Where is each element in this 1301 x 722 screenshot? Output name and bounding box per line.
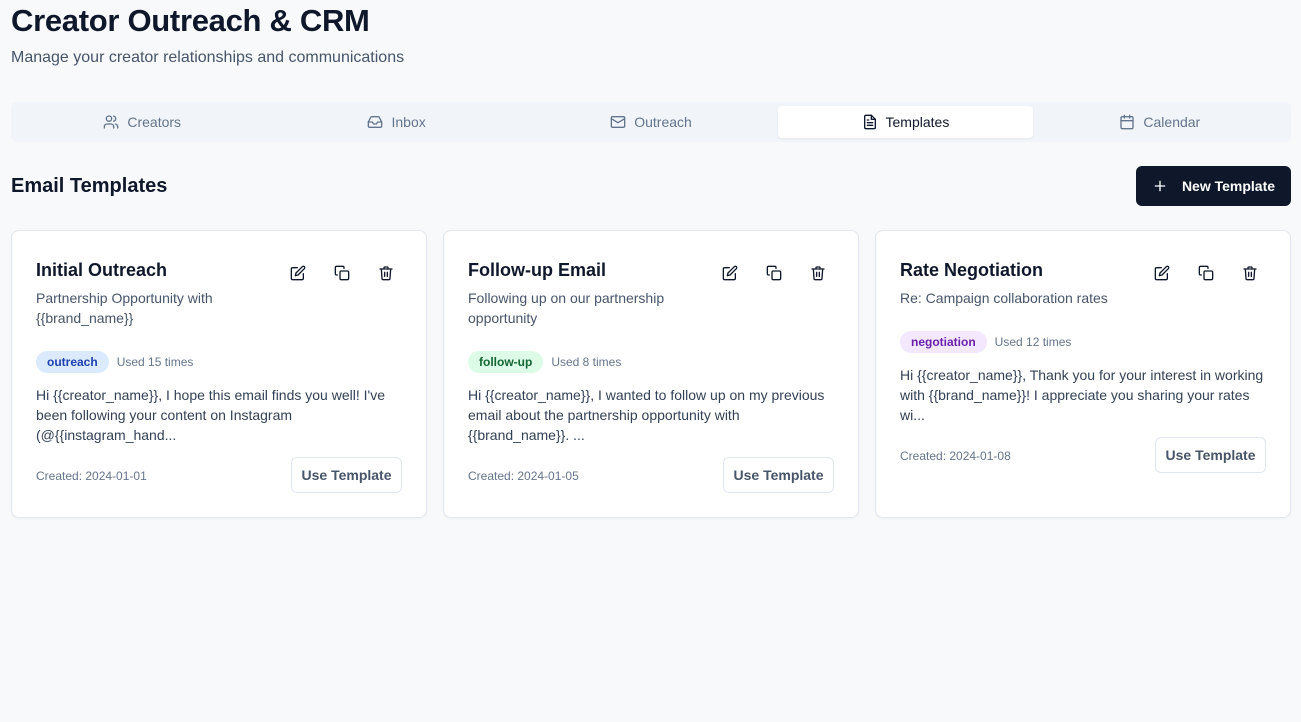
tag-badge: follow-up [468, 351, 544, 373]
inbox-icon [368, 116, 383, 128]
template-title: Rate Negotiation [900, 260, 1044, 280]
mail-icon [610, 116, 626, 128]
tab-label: Templates [885, 114, 950, 130]
section-title: Email Templates [11, 175, 168, 197]
edit-icon [290, 265, 306, 281]
edit-button[interactable] [714, 261, 746, 285]
duplicate-button[interactable] [1190, 261, 1222, 285]
template-card: Follow-up Email Following up on our part… [443, 230, 859, 518]
trash-icon [379, 266, 393, 281]
created-date: Created: 2024-01-01 [36, 469, 147, 483]
tab-creators[interactable]: Creators [15, 106, 269, 138]
edit-button[interactable] [1146, 261, 1178, 285]
duplicate-button[interactable] [326, 261, 358, 285]
template-title: Initial Outreach [36, 260, 168, 280]
template-body-preview: Hi {{creator_name}}, I hope this email f… [36, 387, 385, 443]
trash-icon [811, 266, 825, 281]
meta-row: negotiation Used 12 times [900, 331, 1071, 353]
usage-count: Used 12 times [994, 335, 1072, 349]
edit-icon [1154, 265, 1170, 281]
meta-row: follow-up Used 8 times [468, 351, 621, 373]
page-title: Creator Outreach & CRM [11, 3, 370, 38]
trash-icon [1243, 266, 1257, 281]
card-actions [714, 261, 834, 285]
tab-label: Calendar [1143, 114, 1201, 130]
calendar-icon [1120, 114, 1135, 130]
tab-templates[interactable]: Templates [778, 106, 1033, 138]
usage-count: Used 15 times [116, 355, 194, 369]
template-subject: Partnership Opportunity with {{brand_nam… [36, 290, 213, 326]
duplicate-button[interactable] [758, 261, 790, 285]
tag-badge: outreach [36, 351, 109, 373]
tab-outreach[interactable]: Outreach [524, 106, 778, 138]
edit-button[interactable] [282, 261, 314, 285]
tab-label: Outreach [634, 114, 692, 130]
use-template-button[interactable]: Use Template [723, 457, 834, 493]
file-text-icon [863, 114, 876, 130]
tab-calendar[interactable]: Calendar [1033, 106, 1287, 138]
template-body-preview: Hi {{creator_name}}, Thank you for your … [900, 367, 1264, 423]
use-template-button[interactable]: Use Template [291, 457, 402, 493]
tag-badge: negotiation [900, 331, 987, 353]
copy-icon [766, 265, 782, 281]
users-icon [104, 115, 119, 129]
created-date: Created: 2024-01-05 [468, 469, 579, 483]
template-subject: Following up on our partnership opportun… [468, 290, 665, 326]
template-subject: Re: Campaign collaboration rates [900, 290, 1108, 306]
use-template-button[interactable]: Use Template [1155, 437, 1266, 473]
template-card: Rate Negotiation Re: Campaign collaborat… [875, 230, 1291, 518]
tab-label: Creators [127, 114, 182, 130]
usage-count: Used 8 times [551, 355, 622, 369]
card-actions [282, 261, 402, 285]
tab-inbox[interactable]: Inbox [269, 106, 523, 138]
created-date: Created: 2024-01-08 [900, 449, 1011, 463]
template-body-preview: Hi {{creator_name}}, I wanted to follow … [468, 387, 825, 443]
delete-button[interactable] [1234, 261, 1266, 285]
tab-bar: Creators Inbox Outreach Templates Calend… [11, 102, 1291, 142]
delete-button[interactable] [370, 261, 402, 285]
template-grid: Initial Outreach Partnership Opportunity… [11, 230, 1291, 518]
new-template-label: New Template [1181, 178, 1276, 194]
edit-icon [722, 265, 738, 281]
plus-icon [1154, 180, 1166, 192]
copy-icon [1198, 265, 1214, 281]
tab-label: Inbox [391, 114, 426, 130]
page-subtitle: Manage your creator relationships and co… [11, 49, 405, 66]
meta-row: outreach Used 15 times [36, 351, 193, 373]
template-title: Follow-up Email [468, 260, 606, 280]
template-card: Initial Outreach Partnership Opportunity… [11, 230, 427, 518]
delete-button[interactable] [802, 261, 834, 285]
card-actions [1146, 261, 1266, 285]
new-template-button[interactable]: New Template [1136, 166, 1291, 206]
copy-icon [334, 265, 350, 281]
